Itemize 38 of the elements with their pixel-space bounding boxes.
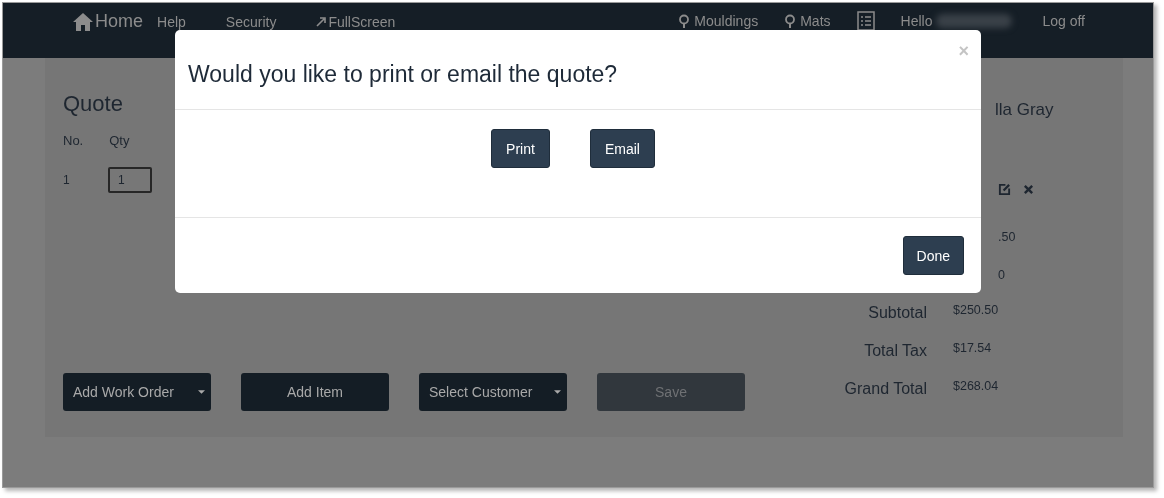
nav-link[interactable]: Security <box>225 13 277 30</box>
delete-icon[interactable] <box>1023 184 1034 195</box>
home-icon <box>73 12 93 31</box>
total-value: $250.50 <box>953 303 999 317</box>
caret-icon <box>198 390 205 394</box>
qty-field[interactable]: 1 <box>108 167 152 193</box>
column-header: No. <box>63 133 84 148</box>
row-number: 1 <box>63 173 71 187</box>
nav-link[interactable]: Help <box>157 13 186 30</box>
action-button[interactable]: Add Item <box>241 373 389 411</box>
caret-icon <box>554 390 561 394</box>
action-button[interactable]: Select Customer <box>419 373 567 411</box>
quote-title: Quote <box>63 91 124 117</box>
total-value: $17.54 <box>953 341 992 355</box>
search-icon <box>678 14 691 28</box>
nav-link[interactable]: Mouldings <box>678 13 759 29</box>
total-value: $268.04 <box>953 379 999 393</box>
amount-value: .50 <box>998 230 1016 244</box>
greeting-text: Hello <box>900 13 933 29</box>
dialog-title: Would you like to print or email the quote? <box>188 60 618 88</box>
home-link[interactable]: Home <box>73 11 143 32</box>
search-icon <box>784 14 797 28</box>
customer-name: lla Gray <box>994 100 1055 120</box>
total-label: Grand Total <box>843 380 927 398</box>
edit-icon[interactable] <box>998 183 1011 196</box>
column-header: Qty <box>109 133 130 148</box>
nav-link[interactable]: Mats <box>784 13 831 29</box>
list-icon[interactable] <box>856 11 875 31</box>
total-label: Total Tax <box>863 342 927 360</box>
logoff-link[interactable]: Log off <box>1042 13 1085 29</box>
action-button[interactable]: Add Work Order <box>63 373 211 411</box>
nav-link[interactable]: FullScreen <box>316 13 396 30</box>
amount-value: 0 <box>998 268 1005 282</box>
dialog-button[interactable]: Email <box>589 129 655 168</box>
done-button[interactable]: Done <box>902 236 964 275</box>
external-link-icon <box>316 16 327 27</box>
dialog-button[interactable]: Print <box>491 129 550 168</box>
total-label: Subtotal <box>867 304 927 322</box>
